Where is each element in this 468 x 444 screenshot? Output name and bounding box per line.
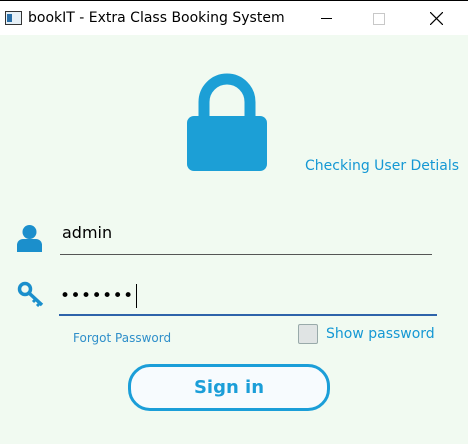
show-password-checkbox[interactable]: [298, 324, 318, 344]
maximize-button[interactable]: [356, 1, 402, 35]
title-bar: bookIT - Extra Class Booking System: [0, 0, 468, 35]
minimize-button[interactable]: [304, 1, 350, 35]
sign-in-button[interactable]: Sign in: [128, 364, 330, 411]
close-button[interactable]: [414, 1, 460, 35]
username-underline: [60, 254, 432, 255]
lock-icon: [187, 73, 267, 171]
key-icon: [17, 281, 44, 307]
username-field[interactable]: admin: [62, 221, 427, 252]
user-icon: [17, 225, 42, 252]
close-icon: [430, 12, 443, 25]
show-password-label[interactable]: Show password: [326, 326, 435, 342]
window-title: bookIT - Extra Class Booking System: [28, 10, 285, 26]
password-value: •••••••: [60, 286, 134, 306]
status-message: Checking User Detials: [305, 158, 460, 174]
password-underline: [59, 314, 437, 316]
text-caret: [135, 284, 137, 308]
password-field[interactable]: •••••••: [60, 284, 430, 308]
app-icon: [5, 11, 22, 25]
forgot-password-link[interactable]: Forgot Password: [73, 331, 171, 345]
